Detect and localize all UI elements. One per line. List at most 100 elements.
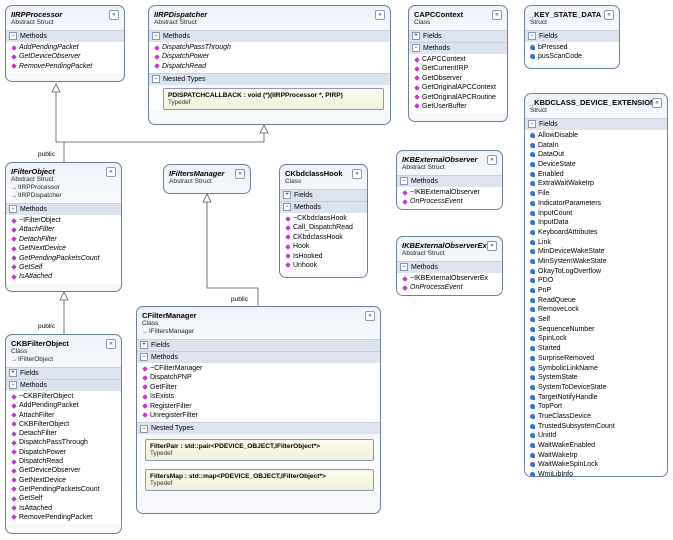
expand-chevron-icon[interactable]: » <box>235 169 245 179</box>
expand-plus-icon[interactable]: + <box>9 369 17 378</box>
section-header-nested-types[interactable]: − Nested Types <box>137 422 380 435</box>
method-item[interactable]: GetNextDevice <box>6 476 121 485</box>
field-item[interactable]: MinDeviceWakeState <box>525 247 667 257</box>
method-item[interactable]: DispatchPassThrough <box>149 43 390 52</box>
field-item[interactable]: Started <box>525 344 667 354</box>
method-item[interactable]: UnregisterFilter <box>137 411 380 420</box>
class-box-ikb-external-observer-ex[interactable]: IKBExternalObserverEx Abstract Struct « … <box>396 236 503 296</box>
field-item[interactable]: SequenceNumber <box>525 325 667 335</box>
field-item[interactable]: IndicatorParameters <box>525 199 667 209</box>
method-item[interactable]: DispatchPower <box>6 448 121 457</box>
field-item[interactable]: Enabled <box>525 170 667 180</box>
section-header-fields[interactable]: + Fields <box>6 367 121 379</box>
nested-typedef[interactable]: PDISPATCHCALLBACK : void (*)(IIRPProcess… <box>163 88 384 111</box>
section-header-methods[interactable]: − Methods <box>137 351 380 363</box>
collapse-minus-icon[interactable]: − <box>528 120 536 129</box>
collapse-minus-icon[interactable]: − <box>400 263 408 272</box>
field-item[interactable]: WaitWakeSpinLock <box>525 460 667 470</box>
field-item[interactable]: InputCount <box>525 209 667 219</box>
section-header-fields[interactable]: − Fields <box>525 30 619 42</box>
field-item[interactable]: InputData <box>525 218 667 228</box>
field-item[interactable]: MinSystemWakeState <box>525 257 667 267</box>
class-box-ifilters-manager[interactable]: IFiltersManager Abstract Struct » <box>163 164 251 194</box>
field-item[interactable]: SpinLock <box>525 334 667 344</box>
field-item[interactable]: SymbolicLinkName <box>525 364 667 374</box>
collapse-chevron-icon[interactable]: « <box>487 241 497 251</box>
field-item[interactable]: RemoveLock <box>525 305 667 315</box>
method-item[interactable]: GetPendingPacketsCount <box>6 254 121 263</box>
section-header-methods[interactable]: − Methods <box>149 30 390 42</box>
collapse-minus-icon[interactable]: − <box>152 32 160 41</box>
method-item[interactable]: IsAttached <box>6 504 121 513</box>
method-item[interactable]: ~IKBExternalObserver <box>397 188 502 197</box>
field-item[interactable]: SystemState <box>525 373 667 383</box>
field-item[interactable]: TargetNotifyHandle <box>525 393 667 403</box>
collapse-minus-icon[interactable]: − <box>152 75 160 84</box>
field-item[interactable]: PnP <box>525 286 667 296</box>
method-item[interactable]: GetDeviceObserver <box>6 466 121 475</box>
method-item[interactable]: AddPendingPacket <box>6 401 121 410</box>
expand-plus-icon[interactable]: + <box>412 32 420 41</box>
section-header-fields[interactable]: + Fields <box>280 189 367 201</box>
method-item[interactable]: GetCurrentIRP <box>409 64 507 73</box>
field-item[interactable]: DataIn <box>525 141 667 151</box>
section-header-fields[interactable]: + Fields <box>137 339 380 351</box>
expand-plus-icon[interactable]: + <box>140 341 148 350</box>
method-item[interactable]: GetOriginalAPCRoutine <box>409 93 507 102</box>
field-item[interactable]: bPressed <box>525 43 619 52</box>
field-item[interactable]: TopPort <box>525 402 667 412</box>
class-box-iirp-processor[interactable]: IIRPProcessor Abstract Struct « − Methods… <box>5 5 125 82</box>
collapse-minus-icon[interactable]: − <box>528 32 536 41</box>
method-item[interactable]: AttachFilter <box>6 411 121 420</box>
method-item[interactable]: GetSelf <box>6 263 121 272</box>
field-item[interactable]: TrueClassDevice <box>525 412 667 422</box>
field-item[interactable]: WaitWakeEnabled <box>525 441 667 451</box>
field-item[interactable]: OkayToLogOverflow <box>525 267 667 277</box>
method-item[interactable]: GetObserver <box>409 74 507 83</box>
method-item[interactable]: RemovePendingPacket <box>6 62 124 71</box>
section-header-methods[interactable]: − Methods <box>397 175 502 187</box>
field-item[interactable]: AllowDisable <box>525 131 667 141</box>
field-item[interactable]: UnitId <box>525 431 667 441</box>
method-item[interactable]: Call_DispatchRead <box>280 223 367 232</box>
collapse-chevron-icon[interactable]: « <box>375 10 385 20</box>
field-item[interactable]: DeviceState <box>525 160 667 170</box>
method-item[interactable]: ~IKBExternalObserverEx <box>397 274 502 283</box>
method-item[interactable]: IsAttached <box>6 272 121 281</box>
field-item[interactable]: Link <box>525 238 667 248</box>
expand-plus-icon[interactable]: + <box>283 191 291 200</box>
class-box-iirp-dispatcher[interactable]: IIRPDispatcher Abstract Struct « − Method… <box>148 5 391 125</box>
field-item[interactable]: File <box>525 189 667 199</box>
section-header-methods[interactable]: − Methods <box>6 379 121 391</box>
method-item[interactable]: ~CKBFilterObject <box>6 392 121 401</box>
class-box-cfilter-manager[interactable]: CFilterManager Class →IFiltersManager « … <box>136 306 381 514</box>
method-item[interactable]: OnProcessEvent <box>397 197 502 206</box>
method-item[interactable]: ~CFilterManager <box>137 364 380 373</box>
method-item[interactable]: IsExists <box>137 392 380 401</box>
method-item[interactable]: DispatchPNP <box>137 373 380 382</box>
method-item[interactable]: DetachFilter <box>6 429 121 438</box>
collapse-minus-icon[interactable]: − <box>400 177 408 186</box>
method-item[interactable]: AttachFilter <box>6 225 121 234</box>
section-header-methods[interactable]: − Methods <box>280 201 367 213</box>
field-item[interactable]: TrustedSubsystemCount <box>525 422 667 432</box>
collapse-chevron-icon[interactable]: « <box>109 10 119 20</box>
method-item[interactable]: AddPendingPacket <box>6 43 124 52</box>
method-item[interactable]: RegisterFilter <box>137 402 380 411</box>
collapse-minus-icon[interactable]: − <box>9 32 17 41</box>
collapse-minus-icon[interactable]: − <box>140 424 148 433</box>
field-item[interactable]: pusScanCode <box>525 52 619 61</box>
class-box-ckbdclass-hook[interactable]: CKbdclassHook Class « + Fields − Methods ~… <box>279 164 368 278</box>
collapse-minus-icon[interactable]: − <box>412 44 420 53</box>
method-item[interactable]: ~CKbdclassHook <box>280 214 367 223</box>
section-header-nested-types[interactable]: − Nested Types <box>149 73 390 86</box>
method-item[interactable]: CKBFilterObject <box>6 420 121 429</box>
method-item[interactable]: GetFilter <box>137 383 380 392</box>
field-item[interactable]: PDO <box>525 276 667 286</box>
method-item[interactable]: Unhook <box>280 261 367 270</box>
collapse-chevron-icon[interactable]: « <box>652 98 662 108</box>
method-item[interactable]: Hook <box>280 242 367 251</box>
method-item[interactable]: GetOriginalAPCContext <box>409 83 507 92</box>
method-item[interactable]: CAPCContext <box>409 55 507 64</box>
collapse-chevron-icon[interactable]: « <box>352 169 362 179</box>
